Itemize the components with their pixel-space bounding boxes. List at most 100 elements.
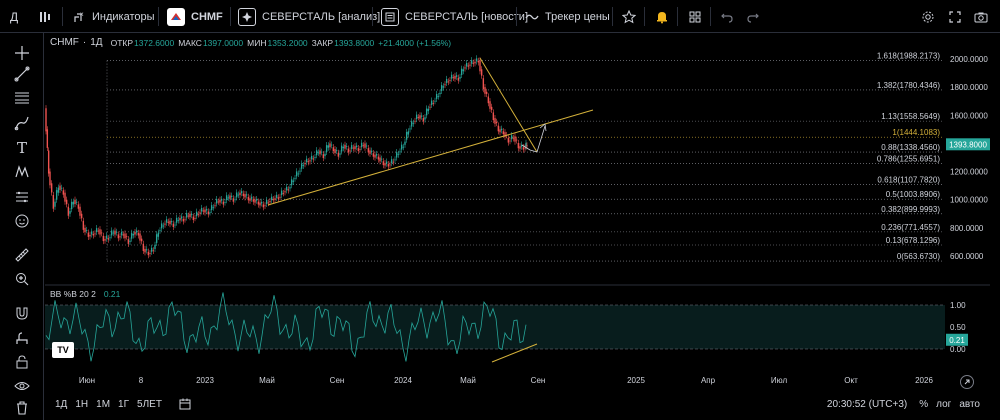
candle-body bbox=[510, 135, 513, 140]
candle-body bbox=[415, 114, 418, 120]
candle-body bbox=[394, 159, 396, 161]
eye-icon[interactable] bbox=[12, 376, 32, 396]
candle-body bbox=[344, 144, 346, 149]
grid-icon[interactable] bbox=[688, 5, 702, 28]
logo[interactable]: Д bbox=[10, 5, 18, 28]
candle-body bbox=[427, 108, 430, 112]
candle-body bbox=[240, 191, 243, 194]
fullscreen-icon[interactable] bbox=[948, 5, 962, 28]
clock-time[interactable]: 20:30:52 (UTC+3) bbox=[827, 399, 907, 410]
legend-close-label: ЗАКР bbox=[311, 37, 334, 48]
candle-body bbox=[215, 199, 218, 204]
candle-body bbox=[250, 196, 253, 199]
candle-body bbox=[235, 192, 238, 198]
price-tracker-button[interactable]: Трекер цены bbox=[525, 5, 610, 28]
time-tick-label: Май bbox=[259, 376, 275, 385]
zoom-in-icon[interactable] bbox=[12, 269, 32, 289]
camera-icon[interactable] bbox=[974, 5, 988, 28]
trash-icon[interactable] bbox=[12, 398, 32, 418]
magnet-icon[interactable] bbox=[12, 303, 32, 323]
text-tool-icon[interactable]: T bbox=[12, 138, 32, 158]
pattern-icon[interactable] bbox=[12, 162, 32, 182]
candle-body bbox=[162, 225, 165, 227]
symbol-button[interactable]: CHMF bbox=[167, 5, 223, 28]
candle-body bbox=[399, 151, 401, 153]
tab-icon bbox=[238, 7, 256, 26]
range-1m[interactable]: 1М bbox=[96, 399, 110, 410]
candle-body bbox=[129, 240, 131, 242]
scroll-to-latest-icon[interactable] bbox=[960, 375, 974, 389]
candle-body bbox=[449, 80, 451, 81]
candle-body bbox=[357, 148, 360, 152]
candle-body bbox=[244, 194, 246, 198]
redo-icon[interactable] bbox=[746, 5, 760, 28]
candle-body bbox=[142, 243, 145, 251]
tab-analysis[interactable]: СЕВЕРСТАЛЬ [анализ] bbox=[238, 5, 380, 28]
range-1d[interactable]: 1Д bbox=[55, 399, 67, 410]
candle-body bbox=[154, 244, 156, 249]
bb-label[interactable]: BB %B 20 2 bbox=[50, 289, 96, 299]
candle-body bbox=[519, 146, 521, 149]
tab-news[interactable]: СЕВЕРСТАЛЬ [новости] bbox=[381, 5, 528, 28]
candle-body bbox=[90, 231, 93, 235]
candle-body bbox=[175, 217, 178, 223]
brush-icon[interactable] bbox=[12, 113, 32, 133]
candle-body bbox=[414, 120, 416, 122]
candle-body bbox=[45, 108, 47, 132]
candle-body bbox=[289, 187, 291, 189]
candle-body bbox=[100, 232, 103, 234]
crosshair-icon[interactable] bbox=[12, 43, 32, 63]
candle-body bbox=[337, 152, 340, 157]
undo-icon[interactable] bbox=[720, 5, 734, 28]
candle-body bbox=[252, 199, 255, 202]
fib-retracement-icon[interactable] bbox=[12, 88, 32, 108]
lock-drawing-icon[interactable] bbox=[12, 328, 32, 348]
news-icon bbox=[381, 7, 399, 26]
legend-symbol[interactable]: CHMF bbox=[50, 37, 79, 48]
bb-tick-label: 0.00 bbox=[950, 345, 966, 354]
time-tick-label: 8 bbox=[139, 376, 144, 385]
candle-body bbox=[484, 87, 486, 94]
candle-body bbox=[152, 250, 155, 252]
price-chart[interactable]: 1.618(1988.2173) 1.382(1780.4346) 1.13(155… bbox=[45, 33, 990, 388]
candle-body bbox=[217, 201, 220, 203]
range-1y[interactable]: 1Г bbox=[118, 399, 129, 410]
range-5y[interactable]: 5ЛЕТ bbox=[137, 399, 162, 410]
emoji-icon[interactable] bbox=[12, 211, 32, 231]
candle-body bbox=[314, 157, 316, 158]
candle-body bbox=[385, 161, 388, 164]
candle-body bbox=[262, 204, 265, 208]
indicators-button[interactable]: x Индикаторы bbox=[72, 5, 155, 28]
alert-bell-icon[interactable] bbox=[655, 5, 669, 28]
legend-high: 1397.0000 bbox=[202, 37, 244, 48]
sidebar-icon[interactable] bbox=[38, 5, 52, 28]
date-range-icon[interactable] bbox=[178, 397, 192, 411]
candle-body bbox=[112, 232, 115, 234]
candle-body bbox=[455, 75, 458, 77]
star-icon[interactable] bbox=[622, 5, 636, 28]
candle-body bbox=[330, 144, 333, 146]
auto-toggle[interactable]: авто bbox=[959, 399, 980, 410]
ruler-icon[interactable] bbox=[12, 245, 32, 265]
legend-interval[interactable]: 1Д bbox=[90, 37, 102, 48]
time-tick-label: Июл bbox=[771, 376, 788, 385]
candle-body bbox=[467, 65, 470, 67]
log-toggle[interactable]: лог bbox=[936, 399, 951, 410]
candle-body bbox=[332, 147, 335, 152]
lock-icon[interactable] bbox=[12, 352, 32, 372]
tradingview-logo[interactable]: TV bbox=[52, 342, 74, 358]
candle-body bbox=[172, 223, 175, 228]
candle-body bbox=[457, 77, 460, 81]
prediction-icon[interactable] bbox=[12, 187, 32, 207]
candle-body bbox=[89, 234, 91, 237]
candle-body bbox=[120, 231, 123, 236]
settings-icon[interactable] bbox=[921, 5, 935, 28]
candle-body bbox=[205, 208, 208, 211]
time-tick-label: 2023 bbox=[196, 376, 214, 385]
ohlc-legend: CHMF · 1Д ОТКР 1372.6000 МАКС 1397.0000 … bbox=[50, 37, 452, 48]
range-1w[interactable]: 1Н bbox=[75, 399, 88, 410]
percent-toggle[interactable]: % bbox=[919, 399, 928, 410]
trend-line-icon[interactable] bbox=[12, 64, 32, 84]
candle-body bbox=[365, 145, 368, 147]
fib-level-label: 0.88(1338.4560) bbox=[881, 143, 940, 152]
